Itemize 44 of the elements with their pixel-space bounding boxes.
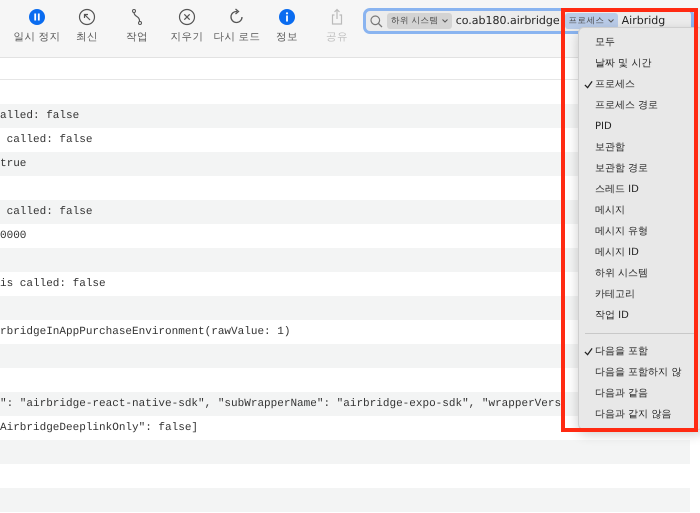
log-row-text: is called: false (0, 277, 107, 292)
menu-item[interactable]: 작업 ID (579, 305, 700, 326)
menu-item[interactable]: 다음과 같음 (579, 383, 700, 404)
log-row-text: AirbridgeDeeplinkOnly": false] (0, 421, 200, 436)
menu-item[interactable]: 날짜 및 시간 (579, 53, 700, 74)
menu-item[interactable]: 하위 시스템 (579, 263, 700, 284)
menu-item[interactable]: 보관함 경로 (579, 158, 700, 179)
menu-item[interactable]: 스레드 ID (579, 179, 700, 200)
menu-item[interactable]: PID (579, 116, 700, 137)
filter-value: Airbridg (622, 12, 666, 29)
toolbar-button[interactable]: 다시 로드 (212, 0, 262, 58)
filter-token[interactable]: 하위 시스템 (387, 12, 452, 30)
filter-value: co.ab180.airbridge (456, 12, 560, 29)
toolbar-button[interactable]: 정보 (262, 0, 312, 58)
log-row: true (0, 152, 578, 176)
arrow-circle-icon (78, 8, 96, 26)
toolbar-button[interactable]: 작업 (112, 0, 162, 58)
menu-item[interactable]: 다음을 포함 (579, 341, 700, 362)
menu-item[interactable]: 카테고리 (579, 284, 700, 305)
menu-item[interactable]: 메시지 ID (579, 242, 700, 263)
menu-item[interactable]: 프로세스 경로 (579, 95, 700, 116)
menu-item[interactable]: 보관함 (579, 137, 700, 158)
chevron-down-icon (608, 19, 614, 23)
log-row: ": "airbridge-react-native-sdk", "subWrapperName": "airbridge-expo-sdk", "wrapperVers (0, 392, 578, 416)
toolbar-button[interactable]: 일시 정지 (12, 0, 62, 58)
log-row-text: called: false (6, 133, 94, 148)
search-icon (370, 14, 383, 28)
toolbar-button[interactable]: 지우기 (162, 0, 212, 58)
filter-token[interactable]: 프로세스 (564, 12, 618, 30)
info-icon (278, 8, 296, 26)
log-row-text: rbridgeInAppPurchaseEnvironment(rawValue: 1) (0, 325, 292, 340)
menu-item[interactable]: 메시지 유형 (579, 221, 700, 242)
menu-item[interactable]: 모두 (579, 32, 700, 53)
menu-item[interactable]: 메시지 (579, 200, 700, 221)
close-circle-icon (178, 8, 196, 26)
menu-item[interactable]: 프로세스 (579, 74, 700, 95)
pause-icon (28, 8, 46, 26)
menu-item[interactable]: 다음과 같지 않음 (579, 404, 700, 425)
log-row: alled: false (0, 104, 578, 128)
log-row-text: 0000 (0, 229, 28, 244)
menu-item[interactable]: 다음을 포함하지 않 (579, 362, 700, 383)
toolbar-button[interactable]: 최신 (62, 0, 112, 58)
log-row: called: false (0, 200, 578, 224)
chevron-down-icon (442, 19, 448, 23)
